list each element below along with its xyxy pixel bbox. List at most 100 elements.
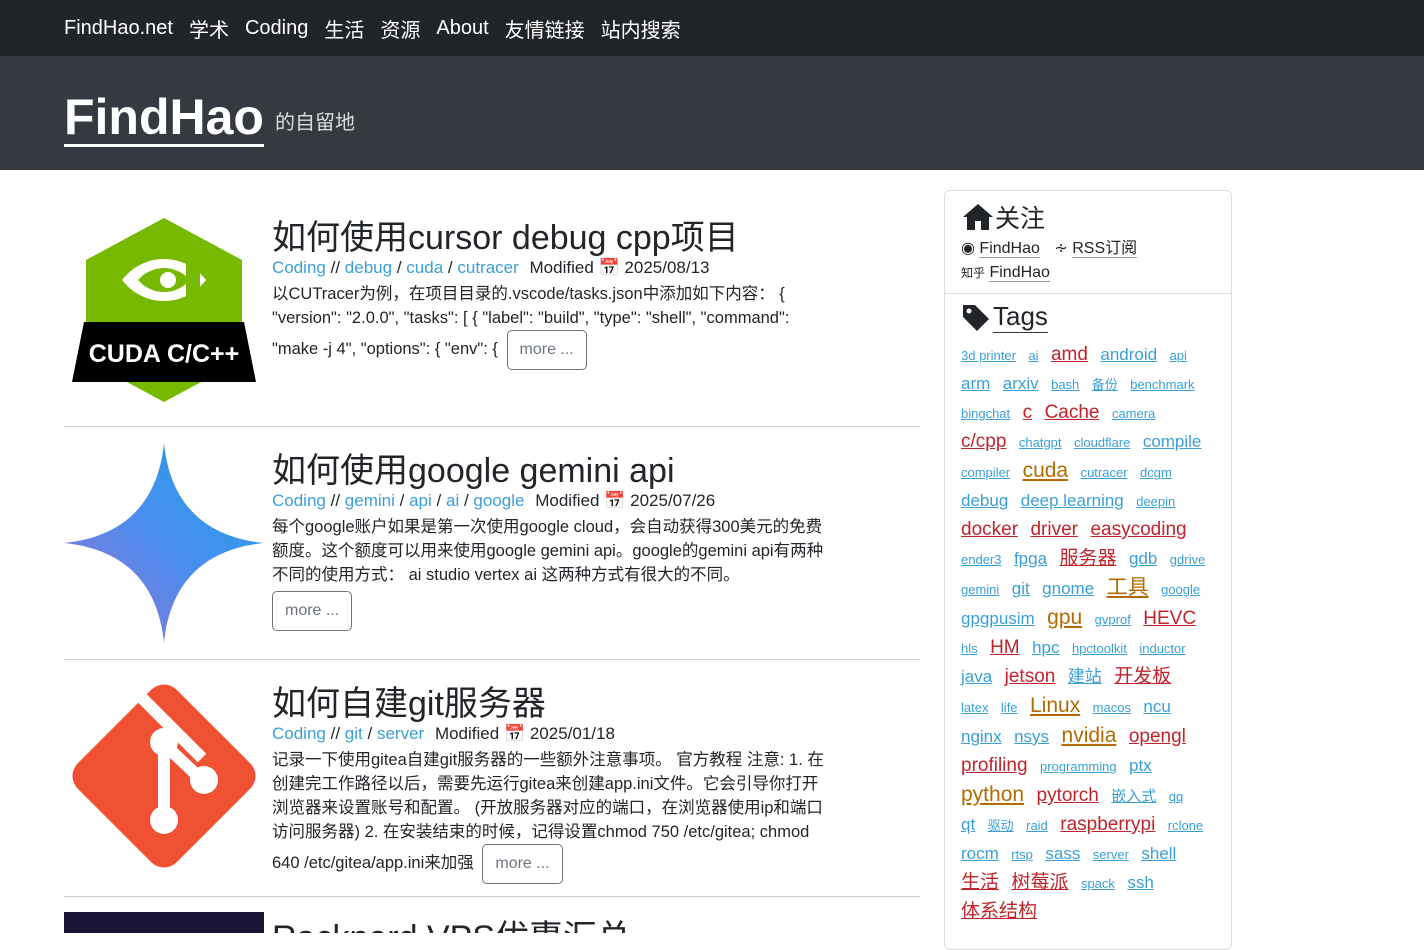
nav-item-about[interactable]: About	[436, 17, 488, 40]
post-tag-link[interactable]: google	[473, 491, 524, 510]
post-category-link[interactable]: Coding	[272, 491, 326, 510]
nav-item-links[interactable]: 友情链接	[505, 14, 585, 43]
tag-link[interactable]: git	[1012, 579, 1030, 598]
tag-link[interactable]: ptx	[1129, 756, 1152, 775]
tag-link[interactable]: bash	[1051, 377, 1079, 392]
tag-link[interactable]: HM	[990, 637, 1020, 658]
tag-link[interactable]: ssh	[1127, 873, 1153, 892]
tag-link[interactable]: nsys	[1014, 727, 1049, 746]
post-tag-link[interactable]: git	[345, 724, 363, 743]
tag-link[interactable]: arxiv	[1003, 374, 1039, 393]
tag-link[interactable]: docker	[961, 519, 1018, 540]
post-tag-link[interactable]: server	[377, 724, 424, 743]
tag-link[interactable]: 备份	[1092, 377, 1118, 392]
tag-link[interactable]: c/cpp	[961, 431, 1006, 452]
tag-link[interactable]: qt	[961, 815, 975, 834]
post-category-link[interactable]: Coding	[272, 724, 326, 743]
tags-title-link[interactable]: Tags	[993, 301, 1048, 333]
post-tag-link[interactable]: ai	[446, 491, 459, 510]
tag-link[interactable]: dcgm	[1140, 465, 1172, 480]
tag-link[interactable]: cutracer	[1081, 465, 1128, 480]
zhihu-link[interactable]: FindHao	[989, 264, 1050, 282]
post-title-link[interactable]: Racknerd VPS优惠汇总	[272, 912, 631, 933]
post-title-link[interactable]: 如何使用cursor debug cpp项目	[272, 210, 739, 259]
tag-link[interactable]: hpc	[1032, 638, 1059, 657]
post-tag-link[interactable]: cuda	[406, 258, 443, 277]
tag-link[interactable]: c	[1023, 402, 1033, 423]
tag-link[interactable]: gpgpusim	[961, 609, 1035, 628]
tag-link[interactable]: compiler	[961, 465, 1010, 480]
nav-item-resources[interactable]: 资源	[380, 14, 420, 43]
tag-link[interactable]: cloudflare	[1074, 435, 1130, 450]
post-tag-link[interactable]: cutracer	[457, 258, 518, 277]
post-thumbnail-gemini[interactable]	[64, 443, 264, 643]
tag-link[interactable]: chatgpt	[1019, 435, 1062, 450]
tag-link[interactable]: life	[1001, 700, 1018, 715]
rss-link[interactable]: RSS订阅	[1072, 240, 1138, 258]
tag-link[interactable]: arm	[961, 374, 990, 393]
tag-link[interactable]: Cache	[1045, 402, 1100, 423]
tag-link[interactable]: cuda	[1023, 459, 1069, 482]
tag-link[interactable]: opengl	[1129, 726, 1186, 747]
post-category-link[interactable]: Coding	[272, 258, 326, 277]
tag-link[interactable]: 驱动	[988, 818, 1014, 833]
nav-item-search[interactable]: 站内搜索	[601, 14, 681, 43]
tag-link[interactable]: Linux	[1030, 694, 1080, 717]
nav-item-life[interactable]: 生活	[324, 14, 364, 43]
tag-link[interactable]: profiling	[961, 755, 1028, 776]
tag-link[interactable]: rocm	[961, 844, 999, 863]
tag-link[interactable]: macos	[1093, 700, 1131, 715]
tag-link[interactable]: server	[1093, 847, 1129, 862]
tag-link[interactable]: benchmark	[1130, 377, 1194, 392]
nav-item-academic[interactable]: 学术	[189, 14, 229, 43]
tag-link[interactable]: ncu	[1143, 697, 1170, 716]
tag-link[interactable]: 服务器	[1059, 548, 1116, 569]
nav-item-home[interactable]: FindHao.net	[64, 17, 173, 40]
tag-link[interactable]: google	[1161, 582, 1200, 597]
tag-link[interactable]: ender3	[961, 552, 1001, 567]
post-thumbnail-cuda[interactable]: CUDA C/C++	[64, 210, 264, 410]
tag-link[interactable]: rclone	[1168, 818, 1203, 833]
tag-link[interactable]: debug	[961, 491, 1008, 510]
tag-link[interactable]: api	[1170, 348, 1187, 363]
tag-link[interactable]: 工具	[1107, 576, 1149, 599]
tag-link[interactable]: driver	[1030, 519, 1078, 540]
more-button[interactable]: more ...	[482, 844, 563, 884]
tag-link[interactable]: 树莓派	[1011, 872, 1068, 893]
tag-link[interactable]: raid	[1026, 818, 1048, 833]
tag-link[interactable]: gemini	[961, 582, 999, 597]
tag-link[interactable]: hls	[961, 641, 978, 656]
post-title-link[interactable]: 如何使用google gemini api	[272, 443, 675, 492]
post-tag-link[interactable]: gemini	[345, 491, 395, 510]
post-thumbnail-git[interactable]	[64, 676, 264, 876]
post-tag-link[interactable]: api	[409, 491, 432, 510]
tag-link[interactable]: 开发板	[1114, 666, 1171, 687]
tag-link[interactable]: fpga	[1014, 549, 1047, 568]
tag-link[interactable]: jetson	[1005, 666, 1056, 687]
tag-link[interactable]: HEVC	[1143, 608, 1196, 629]
tag-link[interactable]: 建站	[1068, 667, 1102, 686]
tag-link[interactable]: deep learning	[1021, 491, 1124, 510]
tag-link[interactable]: 体系结构	[961, 901, 1037, 922]
tag-link[interactable]: camera	[1112, 406, 1155, 421]
tag-link[interactable]: gpu	[1047, 606, 1082, 629]
tag-link[interactable]: ai	[1028, 348, 1038, 363]
tag-link[interactable]: android	[1100, 345, 1157, 364]
more-button[interactable]: more ...	[272, 591, 353, 631]
tag-link[interactable]: rtsp	[1011, 847, 1033, 862]
tag-link[interactable]: nginx	[961, 727, 1002, 746]
tag-link[interactable]: nvidia	[1062, 724, 1117, 747]
github-link[interactable]: FindHao	[979, 240, 1040, 258]
tag-link[interactable]: gvprof	[1095, 612, 1131, 627]
tag-link[interactable]: gnome	[1042, 579, 1094, 598]
tag-link[interactable]: easycoding	[1090, 519, 1186, 540]
tag-link[interactable]: gdrive	[1170, 552, 1205, 567]
tag-link[interactable]: latex	[961, 700, 988, 715]
tag-link[interactable]: 3d printer	[961, 348, 1016, 363]
tag-link[interactable]: gdb	[1129, 549, 1157, 568]
post-title-link[interactable]: 如何自建git服务器	[272, 676, 546, 725]
tag-link[interactable]: spack	[1081, 876, 1115, 891]
tag-link[interactable]: deepin	[1136, 494, 1175, 509]
tag-link[interactable]: raspberrypi	[1060, 814, 1155, 835]
post-thumbnail-racknerd[interactable]	[64, 912, 264, 933]
